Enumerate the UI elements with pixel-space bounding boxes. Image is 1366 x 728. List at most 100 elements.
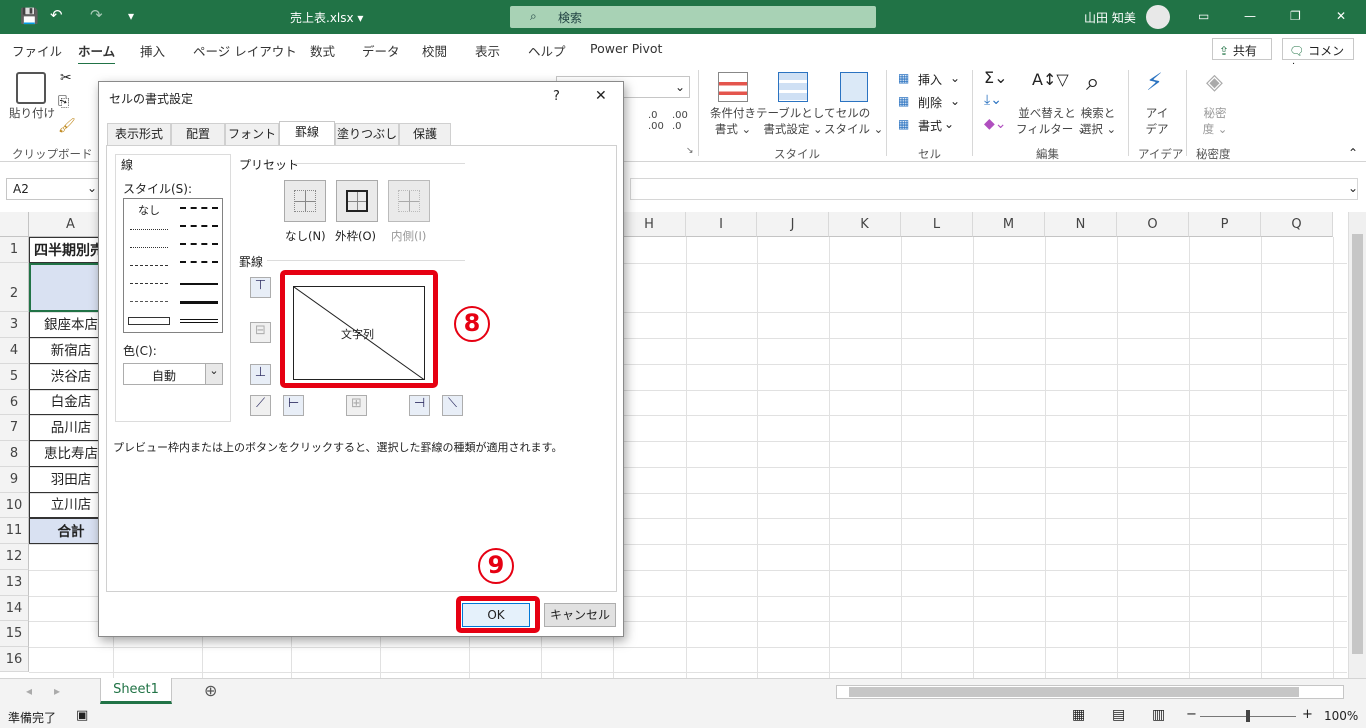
tab-power-pivot[interactable]: Power Pivot [590, 41, 662, 56]
share-button[interactable]: ⇪ 共有 [1212, 38, 1272, 60]
decrease-decimal-icon[interactable]: .00.0 [672, 110, 688, 132]
tab-insert[interactable]: 挿入 [140, 41, 165, 60]
tab-protection[interactable]: 保護 [399, 123, 451, 145]
scrollbar-thumb[interactable] [1352, 234, 1363, 654]
vertical-scrollbar[interactable] [1348, 212, 1366, 678]
paste-icon[interactable] [16, 72, 46, 104]
column-header-q[interactable]: Q [1261, 212, 1333, 237]
delete-cells-button[interactable]: 削除 [918, 94, 942, 111]
undo-icon[interactable]: ↶ [50, 6, 63, 24]
tab-data[interactable]: データ [362, 41, 400, 60]
window-title[interactable]: 売上表.xlsx ▾ [290, 9, 363, 26]
tab-formulas[interactable]: 数式 [310, 41, 335, 60]
row-header-4[interactable]: 4 [0, 338, 29, 364]
conditional-format-button[interactable]: 条件付き 書式 ⌄ [703, 105, 763, 137]
row-header-7[interactable]: 7 [0, 415, 29, 441]
conditional-format-icon[interactable] [718, 72, 748, 102]
row-header-10[interactable]: 10 [0, 493, 29, 518]
name-box[interactable]: A2 ⌄ [6, 178, 102, 200]
row-header-13[interactable]: 13 [0, 570, 29, 596]
collapse-ribbon-icon[interactable]: ⌃ [1348, 146, 1358, 160]
select-all-button[interactable] [0, 212, 29, 237]
add-sheet-icon[interactable]: ⊕ [204, 681, 217, 700]
row-header-5[interactable]: 5 [0, 364, 29, 390]
ideas-button[interactable]: アイ デア [1140, 105, 1174, 137]
column-header-l[interactable]: L [901, 212, 973, 237]
insert-cells-icon[interactable]: ▦ [898, 71, 909, 85]
row-header-9[interactable]: 9 [0, 467, 29, 493]
chevron-down-icon[interactable]: ⌄ [205, 364, 222, 384]
zoom-level[interactable]: 100% [1324, 709, 1358, 723]
tab-fill[interactable]: 塗りつぶし [335, 123, 399, 145]
cut-icon[interactable]: ✂ [60, 70, 72, 86]
line-style-dash-dot[interactable] [130, 283, 168, 284]
line-style-dotted[interactable] [130, 247, 168, 248]
comment-button[interactable]: 🗨 コメント [1282, 38, 1354, 75]
border-right-button[interactable]: ⊣ [409, 395, 430, 416]
row-header-11[interactable]: 11 [0, 518, 29, 544]
tab-number-format[interactable]: 表示形式 [107, 123, 171, 145]
cancel-button[interactable]: キャンセル [544, 603, 616, 627]
tab-help[interactable]: ヘルプ [528, 41, 566, 60]
find-icon[interactable]: ⌕ [1086, 68, 1099, 96]
tab-view[interactable]: 表示 [475, 41, 500, 60]
line-style-thin-selected[interactable] [128, 317, 170, 325]
preset-none-button[interactable] [284, 180, 326, 222]
increase-decimal-icon[interactable]: .0.00 [648, 110, 664, 132]
border-middle-vertical-button[interactable]: ⊞ [346, 395, 367, 416]
tab-review[interactable]: 校閲 [422, 41, 447, 60]
page-break-view-icon[interactable]: ▥ [1152, 707, 1165, 723]
row-header-12[interactable]: 12 [0, 544, 29, 570]
find-select-button[interactable]: 検索と 選択 ⌄ [1076, 105, 1120, 137]
insert-cells-button[interactable]: 挿入 [918, 71, 942, 88]
sensitivity-icon[interactable]: ◈ [1206, 70, 1223, 95]
column-header-i[interactable]: I [686, 212, 757, 237]
tab-file[interactable]: ファイル [12, 41, 62, 60]
cell-styles-icon[interactable] [840, 72, 868, 102]
line-style-double[interactable] [180, 319, 218, 323]
row-header-1[interactable]: 1 [0, 237, 29, 263]
page-layout-view-icon[interactable]: ▤ [1112, 707, 1125, 723]
row-header-6[interactable]: 6 [0, 390, 29, 415]
line-style-slant-dash-dot[interactable] [180, 225, 218, 227]
preset-inside-button[interactable] [388, 180, 430, 222]
sort-filter-icon[interactable]: A↕▽ [1032, 70, 1069, 89]
format-painter-icon[interactable]: 🖌 [58, 118, 76, 134]
format-cells-icon[interactable]: ▦ [898, 117, 909, 131]
row-header-15[interactable]: 15 [0, 621, 29, 647]
sensitivity-button[interactable]: 秘密 度 ⌄ [1198, 105, 1232, 137]
help-icon[interactable]: ? [553, 89, 560, 104]
line-style-dashed[interactable] [130, 301, 168, 302]
ideas-icon[interactable]: ⚡ [1146, 68, 1163, 96]
column-header-k[interactable]: K [829, 212, 901, 237]
sheet-tab-sheet1[interactable]: Sheet1 [100, 678, 172, 704]
column-header-o[interactable]: O [1117, 212, 1189, 237]
tab-font[interactable]: フォント [225, 123, 279, 145]
paste-button[interactable]: 貼り付け [6, 105, 58, 121]
copy-icon[interactable]: ⎘ [58, 94, 69, 110]
row-header-2[interactable]: 2 [0, 263, 29, 312]
tab-home[interactable]: ホーム [78, 41, 116, 66]
color-select[interactable]: 自動 ⌄ [123, 363, 223, 385]
zoom-in-icon[interactable]: + [1302, 707, 1313, 722]
normal-view-icon[interactable]: ▦ [1072, 707, 1085, 723]
next-sheet-icon[interactable]: ▸ [54, 684, 60, 698]
avatar[interactable] [1146, 5, 1170, 29]
autosum-icon[interactable]: Σ⌄ [984, 68, 1008, 87]
border-middle-horizontal-button[interactable]: ⊟ [250, 322, 271, 343]
row-header-3[interactable]: 3 [0, 312, 29, 338]
minimize-icon[interactable]: — [1244, 9, 1256, 23]
horizontal-scrollbar[interactable] [836, 685, 1344, 699]
border-diagonal-up-button[interactable]: ⟋ [250, 395, 271, 416]
line-style-medium-dashed[interactable] [180, 261, 218, 263]
tab-alignment[interactable]: 配置 [171, 123, 225, 145]
format-cells-button[interactable]: 書式 [918, 117, 942, 134]
formula-input[interactable] [630, 178, 1358, 200]
zoom-slider-thumb[interactable] [1246, 710, 1250, 722]
column-header-p[interactable]: P [1189, 212, 1261, 237]
dialog-close-icon[interactable]: ✕ [595, 88, 607, 104]
column-header-j[interactable]: J [757, 212, 829, 237]
border-bottom-button[interactable]: ⊥ [250, 364, 271, 385]
cell-styles-button[interactable]: セルの スタイル ⌄ [824, 105, 883, 137]
close-icon[interactable]: ✕ [1336, 9, 1346, 23]
